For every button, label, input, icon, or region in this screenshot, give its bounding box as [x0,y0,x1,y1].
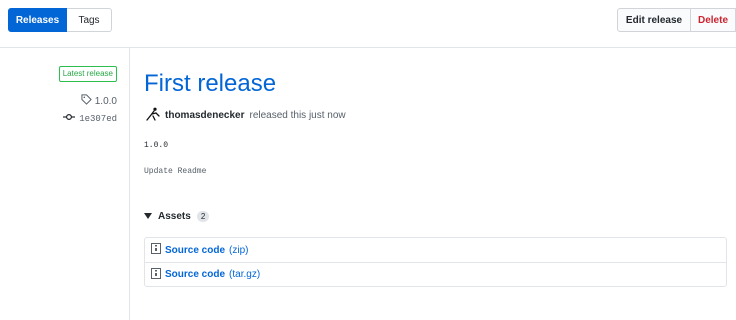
release-toolbar: Releases Tags Edit release Delete [0,0,736,48]
latest-release-badge: Latest release [58,66,117,82]
edit-release-button[interactable]: Edit release [617,8,691,32]
asset-name[interactable]: Source code [165,245,225,256]
release-commit[interactable]: 1e307ed [63,113,117,124]
triangle-down-icon [144,211,152,222]
tag-icon [81,94,92,108]
assets-count-badge: 2 [196,211,210,222]
release-tag[interactable]: 1.0.0 [81,94,117,108]
release-title[interactable]: First release [144,70,276,98]
assets-toggle[interactable]: Assets 2 [144,211,210,222]
avatar-icon[interactable] [146,107,160,124]
release-actions: Edit release Delete [617,8,736,32]
releases-tags-switch: Releases Tags [8,8,112,32]
release-meta: thomasdenecker released this just now [146,107,346,124]
delete-button[interactable]: Delete [691,8,736,32]
timeline-divider [129,48,130,320]
assets-heading: Assets [158,211,191,222]
asset-item[interactable]: Source code (zip) [145,238,726,262]
file-zip-icon [151,243,161,257]
asset-item[interactable]: Source code (tar.gz) [145,262,726,286]
release-body-version: 1.0.0 [144,141,169,150]
file-zip-icon [151,267,161,282]
release-body-message: Update Readme [144,167,207,176]
tags-tab[interactable]: Tags [67,8,112,32]
commit-icon [63,113,76,124]
releases-tab[interactable]: Releases [8,8,67,32]
release-time: released this just now [249,110,346,121]
release-author[interactable]: thomasdenecker [165,110,244,121]
tag-label: 1.0.0 [94,95,117,107]
asset-extension[interactable]: (zip) [229,245,248,256]
asset-extension[interactable]: (tar.gz) [229,269,260,280]
commit-sha: 1e307ed [79,113,117,124]
asset-name[interactable]: Source code [165,269,225,280]
assets-list: Source code (zip) Source code (tar.gz) [144,237,727,287]
